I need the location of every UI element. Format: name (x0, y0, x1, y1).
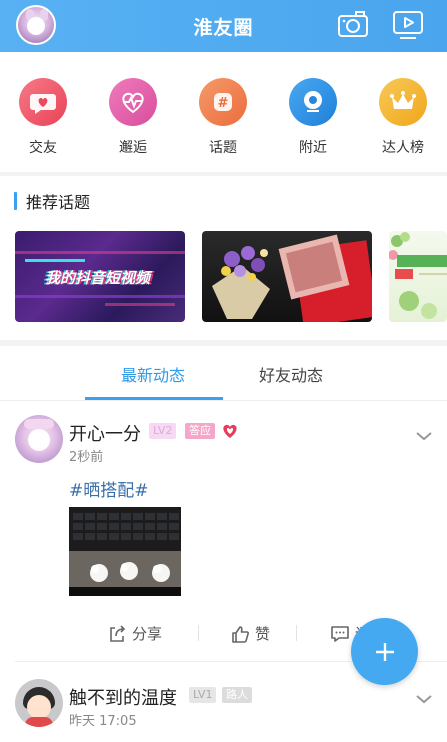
divider (0, 400, 447, 401)
tab-friends[interactable]: 好友动态 (259, 362, 323, 386)
topic-card[interactable]: 我的抖音短视频 (15, 231, 185, 322)
role-badge: 路人 (222, 687, 252, 703)
post-time: 2秒前 (69, 450, 104, 465)
page-title: 淮友圈 (193, 16, 254, 39)
topic-caption: 我的抖音短视频 (45, 269, 151, 287)
app-screen: 淮友圈 交友 邂逅 # 话题 附近 达人榜 推荐话题 我的抖音短视频 最新动态 … (0, 0, 447, 742)
post-username[interactable]: 开心一分 (69, 420, 141, 446)
svg-text:#: # (218, 96, 229, 111)
menu-item-encounter[interactable]: 邂逅 (98, 78, 168, 157)
topic-card[interactable] (389, 231, 447, 322)
location-icon (289, 78, 337, 126)
share-button[interactable]: 分享 (107, 623, 162, 644)
menu-item-make-friends[interactable]: 交友 (8, 78, 78, 157)
post-time: 昨天 17:05 (69, 714, 137, 729)
avatar[interactable] (15, 679, 63, 727)
share-icon (110, 624, 126, 642)
top-bar: 淮友圈 (0, 0, 447, 52)
heart-chat-icon (19, 78, 67, 126)
post-hashtag[interactable]: #晒搭配# (69, 476, 149, 501)
hashtag-icon: # (199, 78, 247, 126)
thumbs-up-icon (232, 625, 249, 643)
chevron-down-icon[interactable] (415, 693, 433, 705)
topic-card[interactable] (202, 231, 372, 322)
comment-icon (331, 625, 349, 642)
video-icon[interactable] (391, 9, 425, 41)
flowers-money-image (212, 234, 372, 322)
level-badge: LV1 (189, 687, 217, 703)
post-username[interactable]: 触不到的温度 (69, 684, 177, 710)
divider (296, 625, 297, 641)
quick-menu: 交友 邂逅 # 话题 附近 达人榜 (0, 78, 447, 168)
post-image[interactable] (69, 507, 181, 596)
create-post-button[interactable] (351, 618, 418, 685)
like-button[interactable]: 赞 (230, 623, 270, 644)
heart-badge-icon (223, 424, 237, 438)
level-badge: LV2 (149, 423, 177, 439)
heartbeat-icon (109, 78, 157, 126)
avatar[interactable] (15, 415, 63, 463)
camera-icon[interactable] (336, 9, 370, 41)
chevron-down-icon[interactable] (415, 430, 433, 442)
crown-icon (379, 78, 427, 126)
divider (0, 340, 447, 346)
tab-latest[interactable]: 最新动态 (121, 362, 185, 386)
menu-item-nearby[interactable]: 附近 (278, 78, 348, 157)
menu-item-leaderboard[interactable]: 达人榜 (368, 78, 438, 157)
keyboard-flowers-image (69, 507, 181, 596)
role-badge: 答应 (185, 423, 215, 439)
section-header-recommended: 推荐话题 (14, 191, 90, 212)
user-avatar[interactable] (16, 5, 56, 45)
menu-item-topics[interactable]: # 话题 (188, 78, 258, 157)
divider (0, 172, 447, 176)
divider (198, 625, 199, 641)
plus-icon (375, 642, 394, 661)
spring-card-image (389, 232, 447, 319)
